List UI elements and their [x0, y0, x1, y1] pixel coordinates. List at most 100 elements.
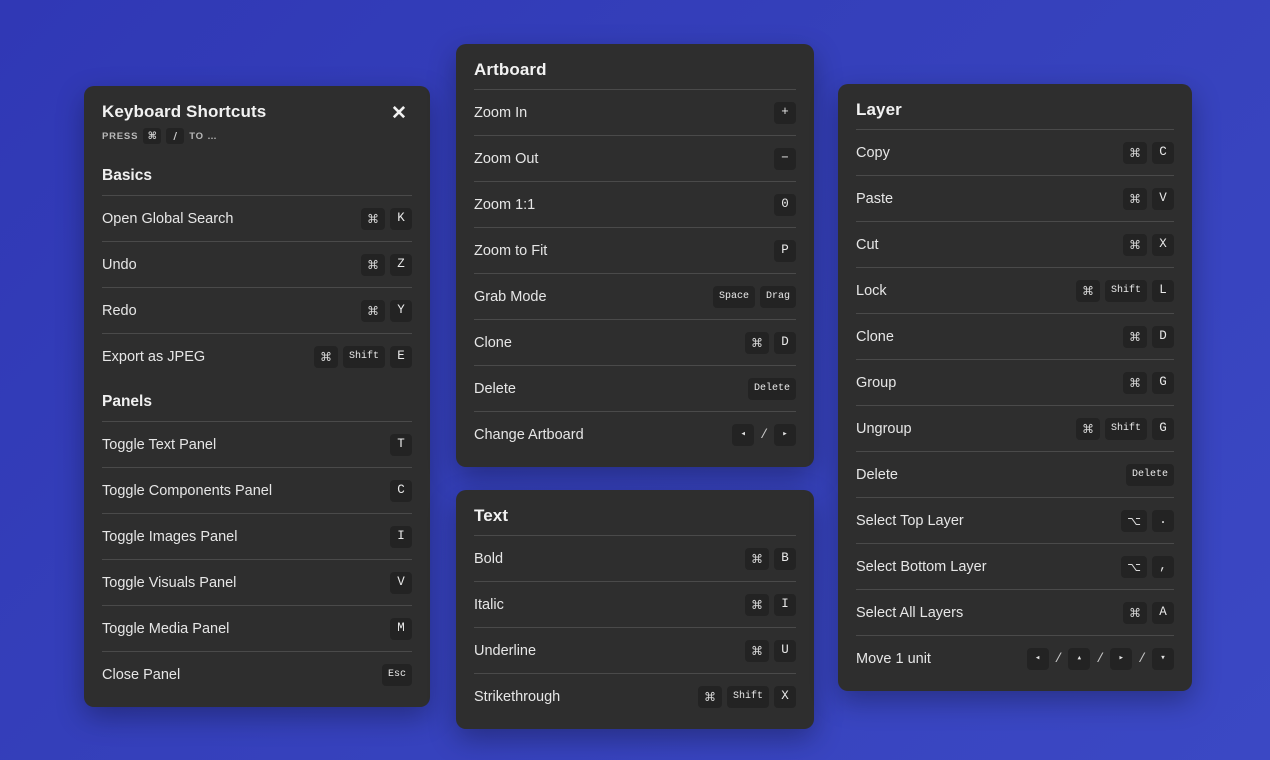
- key-badge[interactable]: D: [774, 331, 796, 354]
- key-badge[interactable]: ⌘: [1123, 187, 1147, 210]
- key-badge[interactable]: Drag: [759, 285, 796, 308]
- key-badge[interactable]: I: [774, 593, 796, 616]
- key-badge[interactable]: ▾: [1152, 647, 1174, 670]
- key-badge[interactable]: K: [390, 207, 412, 230]
- shortcut-row[interactable]: Delete Delete: [474, 365, 796, 411]
- shortcut-row[interactable]: Toggle Media Panel M: [102, 605, 412, 651]
- key-badge[interactable]: ⌘: [745, 331, 769, 354]
- key-badge[interactable]: ⌘: [1123, 233, 1147, 256]
- shortcut-row[interactable]: Delete Delete: [856, 451, 1174, 497]
- shortcut-label: Underline: [474, 642, 537, 659]
- key-badge[interactable]: C: [390, 479, 412, 502]
- key-badge[interactable]: ⌘: [745, 593, 769, 616]
- shortcut-row[interactable]: Export as JPEG ⌘ Shift E: [102, 333, 412, 379]
- key-badge[interactable]: 0: [774, 193, 796, 216]
- shortcut-row[interactable]: Toggle Text Panel T: [102, 421, 412, 467]
- key-badge[interactable]: ⌥: [1121, 509, 1147, 532]
- key-badge[interactable]: +: [774, 101, 796, 124]
- key-badge[interactable]: ◂: [1026, 647, 1049, 670]
- key-badge[interactable]: M: [390, 617, 412, 640]
- key-badge[interactable]: Shift: [726, 685, 769, 708]
- key-badge[interactable]: ⌘: [1123, 325, 1147, 348]
- key-badge[interactable]: Shift: [342, 345, 385, 368]
- key-badge[interactable]: L: [1152, 279, 1174, 302]
- key-badge[interactable]: X: [1152, 233, 1174, 256]
- key-badge[interactable]: I: [390, 525, 412, 548]
- key-badge[interactable]: ⌘: [1123, 371, 1147, 394]
- key-badge[interactable]: T: [390, 433, 412, 456]
- key-badge[interactable]: ⌘: [361, 253, 385, 276]
- key-badge[interactable]: .: [1152, 509, 1174, 532]
- shortcut-row[interactable]: Paste ⌘ V: [856, 175, 1174, 221]
- key-badge[interactable]: ⌘: [361, 207, 385, 230]
- key-badge[interactable]: V: [390, 571, 412, 594]
- shortcut-row[interactable]: Select All Layers ⌘ A: [856, 589, 1174, 635]
- key-badge[interactable]: X: [774, 685, 796, 708]
- shortcut-row[interactable]: Undo ⌘ Z: [102, 241, 412, 287]
- shortcut-row[interactable]: Toggle Visuals Panel V: [102, 559, 412, 605]
- shortcut-row[interactable]: Change Artboard ◂ / ▸: [474, 411, 796, 457]
- key-badge[interactable]: ⌘: [697, 685, 722, 708]
- key-badge[interactable]: ▴: [1068, 647, 1091, 670]
- key-badge[interactable]: Shift: [1104, 417, 1147, 440]
- slash-key-badge[interactable]: /: [166, 128, 185, 144]
- key-badge[interactable]: Z: [390, 253, 412, 276]
- key-badge[interactable]: Y: [390, 299, 412, 322]
- key-badge[interactable]: U: [774, 639, 796, 662]
- shortcut-row[interactable]: Select Bottom Layer ⌥,: [856, 543, 1174, 589]
- key-badge[interactable]: Shift: [1104, 279, 1147, 302]
- key-badge[interactable]: ⌘: [745, 639, 769, 662]
- shortcut-row[interactable]: Zoom Out −: [474, 135, 796, 181]
- shortcut-row[interactable]: Italic ⌘ I: [474, 581, 796, 627]
- key-badge[interactable]: Esc: [381, 663, 412, 686]
- key-badge[interactable]: ⌘: [745, 547, 769, 570]
- key-badge[interactable]: E: [390, 345, 412, 368]
- key-badge[interactable]: G: [1152, 417, 1174, 440]
- shortcut-row[interactable]: Zoom In +: [474, 89, 796, 135]
- shortcut-row[interactable]: Underline ⌘ U: [474, 627, 796, 673]
- shortcut-row[interactable]: Copy ⌘ C: [856, 129, 1174, 175]
- key-badge[interactable]: ⌘: [361, 299, 385, 322]
- shortcut-row[interactable]: Select Top Layer ⌥.: [856, 497, 1174, 543]
- key-badge[interactable]: −: [774, 147, 796, 170]
- key-badge[interactable]: ⌘: [1075, 279, 1100, 302]
- shortcut-row[interactable]: Clone ⌘ D: [856, 313, 1174, 359]
- key-badge[interactable]: B: [774, 547, 796, 570]
- shortcut-row[interactable]: Ungroup ⌘ Shift G: [856, 405, 1174, 451]
- key-badge[interactable]: A: [1152, 601, 1174, 624]
- shortcut-row[interactable]: Group ⌘ G: [856, 359, 1174, 405]
- shortcut-row[interactable]: Bold ⌘ B: [474, 535, 796, 581]
- shortcut-row[interactable]: Open Global Search ⌘ K: [102, 195, 412, 241]
- key-badge[interactable]: ▸: [1110, 647, 1133, 670]
- shortcut-row[interactable]: Grab Mode Space Drag: [474, 273, 796, 319]
- shortcut-row[interactable]: Toggle Images Panel I: [102, 513, 412, 559]
- shortcut-row[interactable]: Close Panel Esc: [102, 651, 412, 697]
- key-badge[interactable]: ,: [1152, 555, 1174, 578]
- command-key-badge[interactable]: ⌘: [143, 128, 162, 144]
- key-badge[interactable]: ⌥: [1121, 555, 1147, 578]
- key-badge[interactable]: ⌘: [313, 345, 338, 368]
- key-badge[interactable]: D: [1152, 325, 1174, 348]
- close-icon[interactable]: ✕: [386, 100, 412, 126]
- key-badge[interactable]: V: [1152, 187, 1174, 210]
- shortcut-row[interactable]: Cut ⌘ X: [856, 221, 1174, 267]
- key-badge[interactable]: P: [774, 239, 796, 262]
- shortcut-row[interactable]: Move 1 unit ◂ / ▴ / ▸ / ▾: [856, 635, 1174, 681]
- shortcut-row[interactable]: Zoom to Fit P: [474, 227, 796, 273]
- key-badge[interactable]: ▸: [774, 423, 796, 446]
- shortcut-row[interactable]: Redo ⌘ Y: [102, 287, 412, 333]
- key-badge[interactable]: ⌘: [1075, 417, 1100, 440]
- shortcut-row[interactable]: Toggle Components Panel C: [102, 467, 412, 513]
- shortcut-row[interactable]: Lock ⌘ Shift L: [856, 267, 1174, 313]
- key-badge[interactable]: Space: [712, 285, 755, 308]
- key-badge[interactable]: Delete: [1125, 463, 1174, 486]
- shortcut-row[interactable]: Zoom 1:1 0: [474, 181, 796, 227]
- shortcut-row[interactable]: Clone ⌘ D: [474, 319, 796, 365]
- key-badge[interactable]: ⌘: [1123, 141, 1147, 164]
- key-badge[interactable]: G: [1152, 371, 1174, 394]
- shortcut-row[interactable]: Strikethrough ⌘ Shift X: [474, 673, 796, 719]
- key-badge[interactable]: Delete: [747, 377, 796, 400]
- key-badge[interactable]: C: [1152, 141, 1174, 164]
- key-badge[interactable]: ◂: [732, 423, 755, 446]
- key-badge[interactable]: ⌘: [1123, 601, 1147, 624]
